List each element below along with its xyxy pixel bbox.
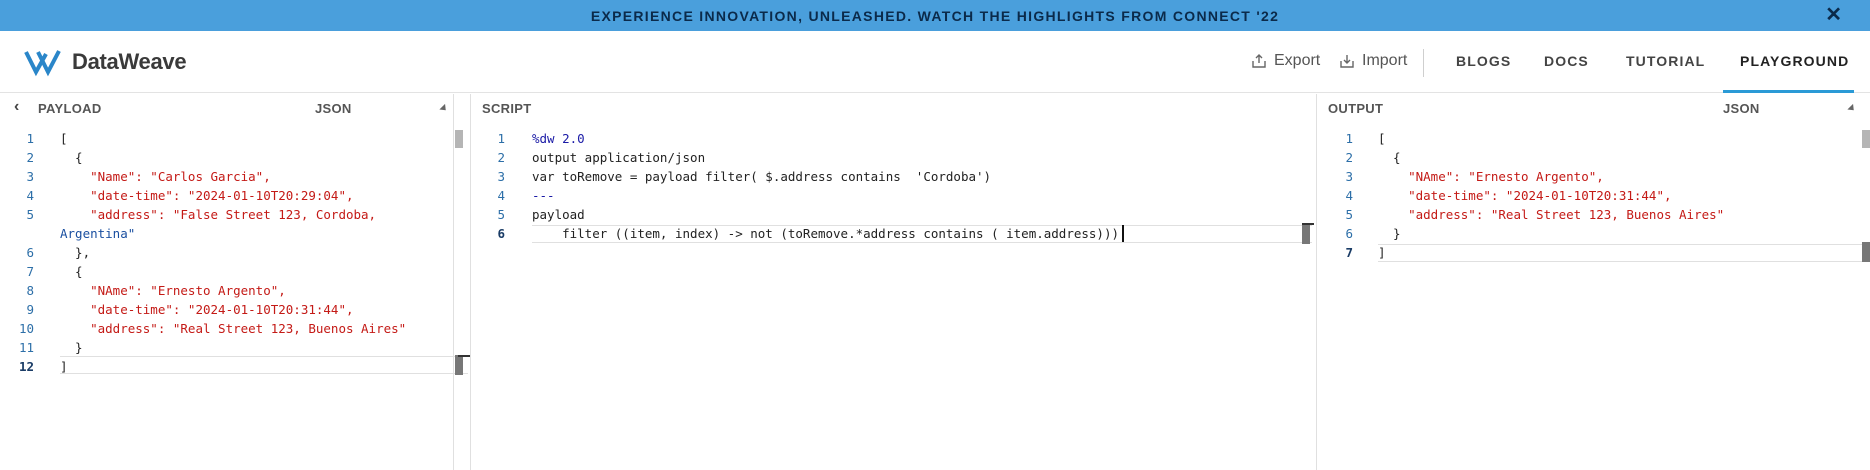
active-nav-indicator xyxy=(1723,90,1854,93)
line-number: 6 xyxy=(497,226,505,241)
script-title: SCRIPT xyxy=(482,101,532,116)
line-number: 7 xyxy=(26,264,34,279)
scrollbar-thumb[interactable] xyxy=(1862,242,1870,262)
code-line: }, xyxy=(60,245,91,260)
code-line: ] xyxy=(60,359,68,374)
line-number: 1 xyxy=(26,131,34,146)
dropdown-arrow-icon[interactable] xyxy=(1847,103,1857,114)
line-number: 1 xyxy=(1345,131,1353,146)
code-line: { xyxy=(1378,150,1401,165)
code-line: filter ((item, index) -> not (toRemove.*… xyxy=(532,226,1119,241)
payload-title: PAYLOAD xyxy=(38,101,102,116)
payload-format-select[interactable]: JSON xyxy=(315,101,352,116)
text-cursor xyxy=(1122,225,1124,242)
output-format-select[interactable]: JSON xyxy=(1723,101,1760,116)
scroll-marker xyxy=(458,355,470,357)
line-number: 8 xyxy=(26,283,34,298)
line-number: 2 xyxy=(497,150,505,165)
line-number: 3 xyxy=(26,169,34,184)
line-number: 2 xyxy=(26,150,34,165)
scrollbar[interactable] xyxy=(455,130,463,148)
scrollbar-thumb[interactable] xyxy=(1302,224,1310,244)
import-icon xyxy=(1340,55,1354,68)
code-line: var toRemove = payload filter( $.address… xyxy=(532,169,992,184)
logo-text: DataWeave xyxy=(72,49,187,74)
export-button[interactable]: Export xyxy=(1250,52,1320,70)
code-line: "date-time": "2024-01-10T20:31:44", xyxy=(1378,188,1672,203)
line-number: 5 xyxy=(26,207,34,222)
logo[interactable]: DataWeave xyxy=(24,46,187,78)
output-panel-header: OUTPUT JSON xyxy=(1318,94,1870,122)
code-line: %dw 2.0 xyxy=(532,131,585,146)
dataweave-logo-icon xyxy=(24,50,61,77)
line-number: 10 xyxy=(18,321,34,336)
line-number: 12 xyxy=(18,359,34,374)
line-number: 6 xyxy=(26,245,34,260)
scrollbar-thumb[interactable] xyxy=(455,355,463,375)
dropdown-arrow-icon[interactable] xyxy=(439,103,449,114)
panel-divider[interactable] xyxy=(453,94,454,470)
scroll-marker xyxy=(1302,223,1314,225)
nav-tutorial[interactable]: TUTORIAL xyxy=(1626,53,1705,69)
banner-text[interactable]: EXPERIENCE INNOVATION, UNLEASHED. WATCH … xyxy=(591,8,1279,24)
code-line: "address": "Real Street 123, Buenos Aire… xyxy=(1378,207,1725,222)
line-number: 5 xyxy=(1345,207,1353,222)
code-line: "date-time": "2024-01-10T20:31:44", xyxy=(60,302,354,317)
nav-docs[interactable]: DOCS xyxy=(1544,53,1589,69)
current-line-highlight xyxy=(1378,244,1866,262)
line-number: 1 xyxy=(497,131,505,146)
line-number: 9 xyxy=(26,302,34,317)
line-number: 4 xyxy=(1345,188,1353,203)
line-number: 6 xyxy=(1345,226,1353,241)
code-line: "Name": "Carlos Garcia", xyxy=(60,169,271,184)
nav-playground[interactable]: PLAYGROUND xyxy=(1740,53,1849,69)
code-line: Argentina" xyxy=(60,226,136,241)
line-number: 5 xyxy=(497,207,505,222)
code-line: "NAme": "Ernesto Argento", xyxy=(60,283,286,298)
script-panel-header: SCRIPT xyxy=(470,94,1315,122)
code-line: { xyxy=(60,264,83,279)
code-line: } xyxy=(1378,226,1401,241)
scrollbar[interactable] xyxy=(1862,130,1870,148)
code-line: { xyxy=(60,150,83,165)
header-divider xyxy=(1423,49,1424,77)
code-line: --- xyxy=(532,188,555,203)
current-line-highlight xyxy=(60,356,468,374)
import-button[interactable]: Import xyxy=(1338,52,1407,70)
close-icon[interactable]: ✕ xyxy=(1825,4,1842,26)
code-line: "address": "Real Street 123, Buenos Aire… xyxy=(60,321,407,336)
line-number: 3 xyxy=(1345,169,1353,184)
line-number: 2 xyxy=(1345,150,1353,165)
line-number: 3 xyxy=(497,169,505,184)
payload-panel-header: ‹ PAYLOAD JSON xyxy=(0,94,455,122)
code-line: ] xyxy=(1378,245,1386,260)
announcement-banner[interactable]: EXPERIENCE INNOVATION, UNLEASHED. WATCH … xyxy=(0,0,1870,31)
code-line: payload xyxy=(532,207,585,222)
line-number: 4 xyxy=(497,188,505,203)
code-line: [ xyxy=(1378,131,1386,146)
code-line: [ xyxy=(60,131,68,146)
export-icon xyxy=(1252,54,1266,68)
export-label: Export xyxy=(1274,52,1321,69)
top-header: DataWeave Export Import BLOGS DOCS TUTOR… xyxy=(0,31,1870,93)
code-line: "date-time": "2024-01-10T20:29:04", xyxy=(60,188,354,203)
code-line: "address": "False Street 123, Cordoba, xyxy=(60,207,377,222)
import-label: Import xyxy=(1362,52,1408,69)
code-line: output application/json xyxy=(532,150,706,165)
line-number: 11 xyxy=(18,340,34,355)
line-number: 7 xyxy=(1345,245,1353,260)
chevron-left-icon[interactable]: ‹ xyxy=(14,98,20,116)
nav-blogs[interactable]: BLOGS xyxy=(1456,53,1511,69)
output-title: OUTPUT xyxy=(1328,101,1384,116)
line-number: 4 xyxy=(26,188,34,203)
code-line: } xyxy=(60,340,83,355)
code-line: "NAme": "Ernesto Argento", xyxy=(1378,169,1604,184)
